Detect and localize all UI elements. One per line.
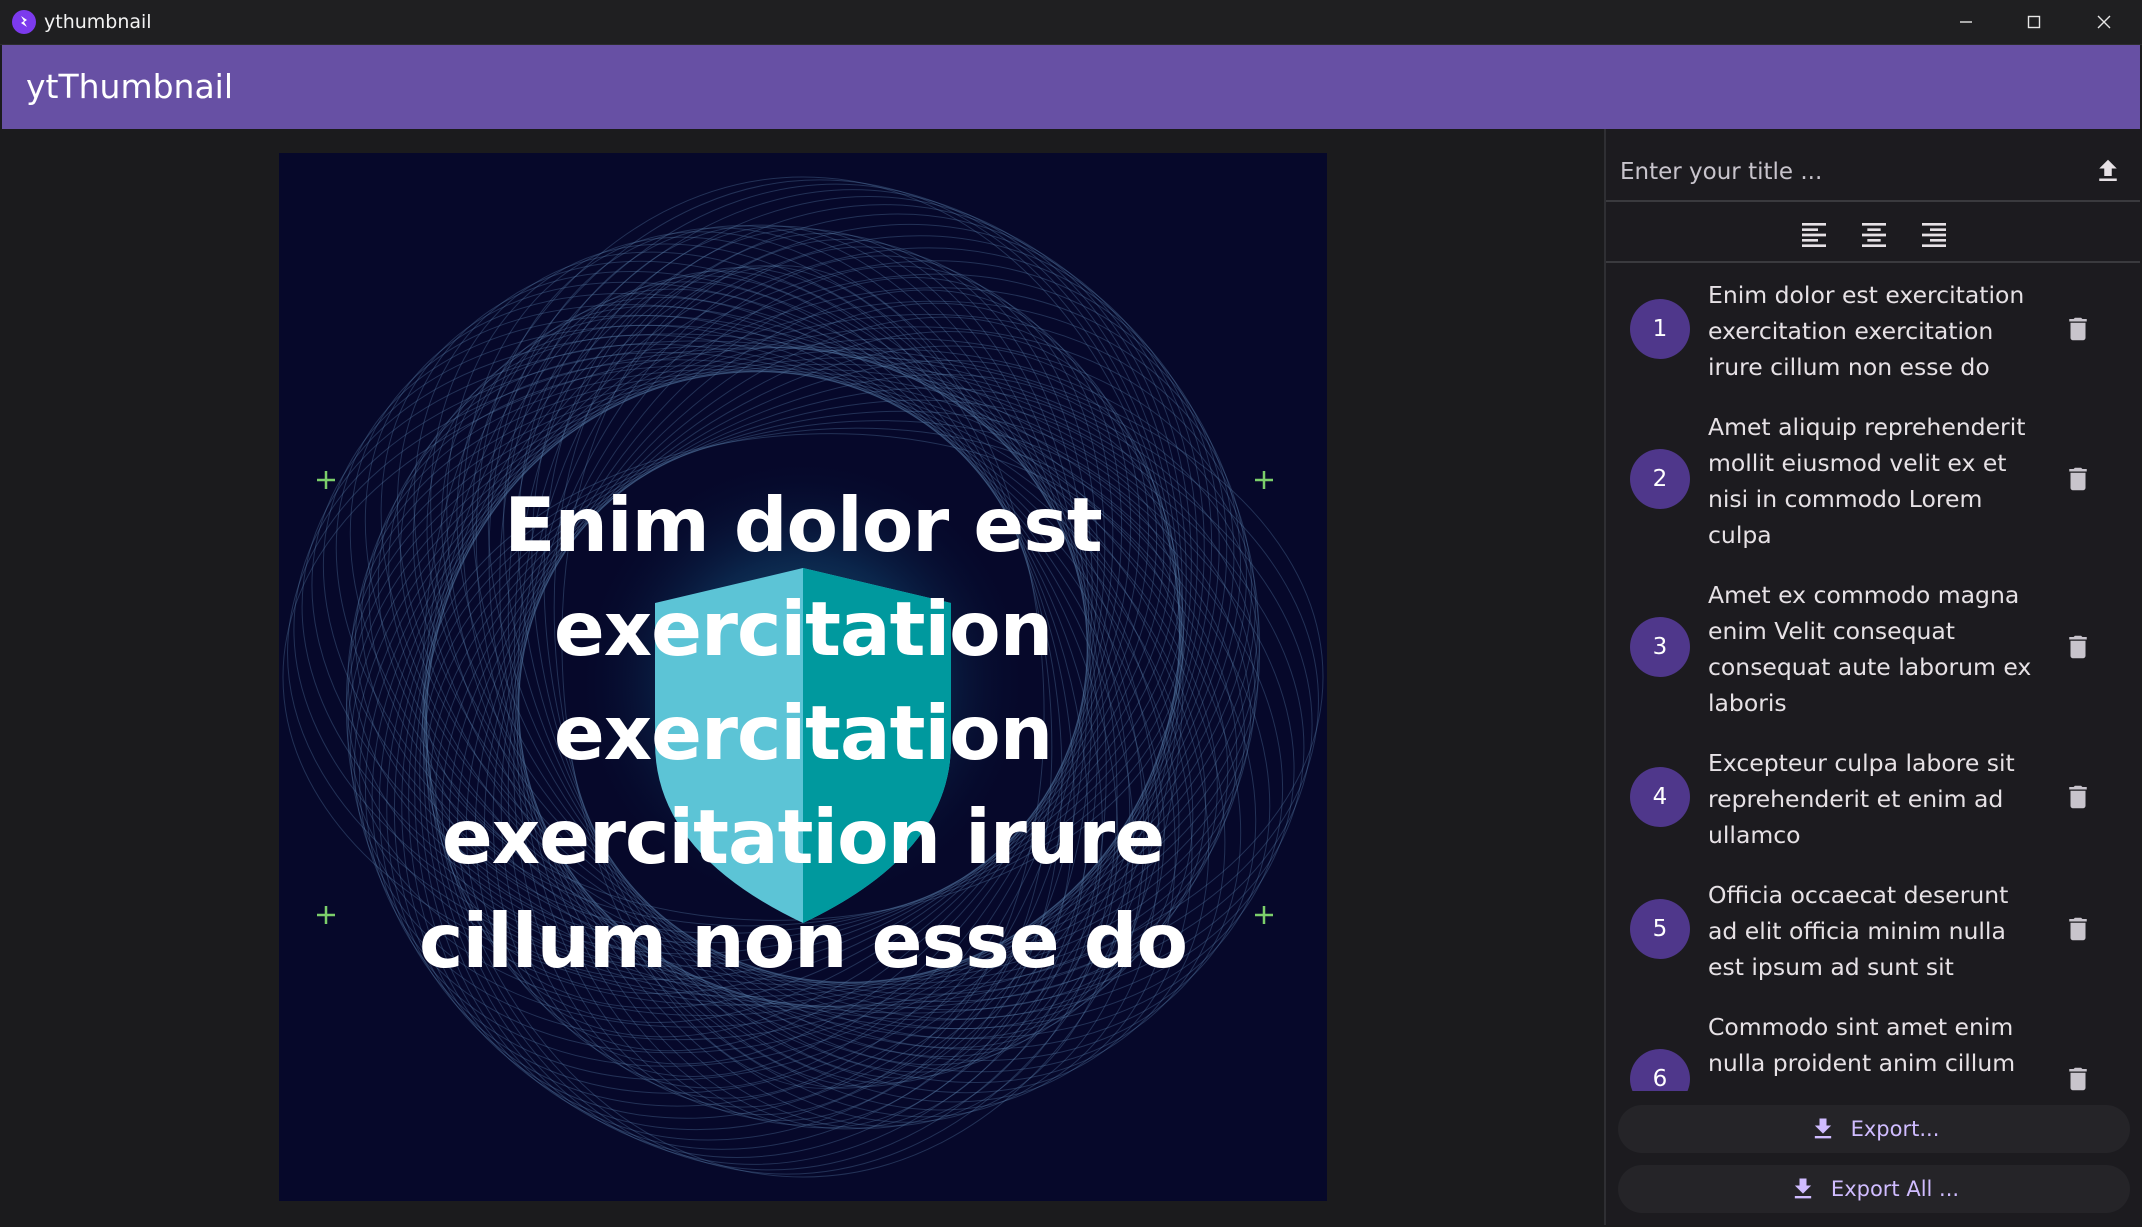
align-center-button[interactable] <box>1852 213 1896 257</box>
upload-icon <box>2099 159 2117 181</box>
item-text: Enim dolor est exercitation exercitation… <box>1708 281 2025 381</box>
alignment-toolbar <box>1606 209 2140 259</box>
align-left-icon <box>1802 223 1826 247</box>
trash-icon <box>2069 317 2087 341</box>
trash-icon <box>2069 1067 2087 1091</box>
trash-icon <box>2069 467 2087 491</box>
export-button[interactable]: Export... <box>1618 1105 2130 1153</box>
item-text: Excepteur culpa labore sit reprehenderit… <box>1708 749 2015 849</box>
item-number-badge: 1 <box>1630 299 1690 359</box>
delete-item-button[interactable] <box>2058 627 2098 667</box>
item-text: Amet ex commodo magna enim Velit consequ… <box>1708 581 2032 717</box>
window-title: ythumbnail <box>44 11 152 33</box>
item-number-badge: 4 <box>1630 767 1690 827</box>
export-all-button[interactable]: Export All ... <box>1618 1165 2130 1213</box>
align-right-icon <box>1922 223 1946 247</box>
item-number-badge: 2 <box>1630 449 1690 509</box>
title-input[interactable] <box>1618 149 2062 195</box>
upload-button[interactable] <box>2084 147 2132 195</box>
window-titlebar: ythumbnail <box>0 0 2142 45</box>
item-text: Officia occaecat deserunt ad elit offici… <box>1708 881 2009 981</box>
app-bar: ytThumbnail <box>2 45 2140 129</box>
item-text: Commodo sint amet enim nulla proident an… <box>1708 1013 2016 1077</box>
app-logo-icon <box>12 10 36 34</box>
close-icon <box>2097 15 2111 29</box>
align-center-icon <box>1862 223 1886 247</box>
item-number-badge: 5 <box>1630 899 1690 959</box>
thumbnail-headline: Enim dolor est exercitation exercitation… <box>419 481 1188 985</box>
align-left-button[interactable] <box>1792 213 1836 257</box>
close-window-button[interactable] <box>2070 0 2138 44</box>
maximize-icon <box>2027 15 2041 29</box>
trash-icon <box>2069 917 2087 941</box>
delete-item-button[interactable] <box>2058 909 2098 949</box>
item-number-badge: 6 <box>1630 1049 1690 1091</box>
align-right-button[interactable] <box>1912 213 1956 257</box>
app-title: ytThumbnail <box>26 67 234 106</box>
title-list: 1 Enim dolor est exercitation exercitati… <box>1606 263 2140 1091</box>
export-label: Export... <box>1850 1117 1940 1141</box>
download-icon <box>1794 1178 1812 1199</box>
download-icon <box>1814 1118 1831 1139</box>
delete-item-button[interactable] <box>2058 777 2098 817</box>
minimize-button[interactable] <box>1932 0 2000 44</box>
delete-item-button[interactable] <box>2058 309 2098 349</box>
delete-item-button[interactable] <box>2058 1059 2098 1091</box>
item-text: Amet aliquip reprehenderit mollit eiusmo… <box>1708 413 2026 549</box>
delete-item-button[interactable] <box>2058 459 2098 499</box>
divider <box>1606 200 2140 202</box>
thumbnail-preview: Enim dolor est exercitation exercitation… <box>279 153 1327 1201</box>
maximize-button[interactable] <box>2000 0 2068 44</box>
trash-icon <box>2069 785 2087 809</box>
item-number-badge: 3 <box>1630 617 1690 677</box>
trash-icon <box>2069 635 2087 659</box>
minimize-icon <box>1960 21 1972 23</box>
export-all-label: Export All ... <box>1830 1177 1960 1201</box>
sidebar: 1 Enim dolor est exercitation exercitati… <box>1606 129 2140 1225</box>
